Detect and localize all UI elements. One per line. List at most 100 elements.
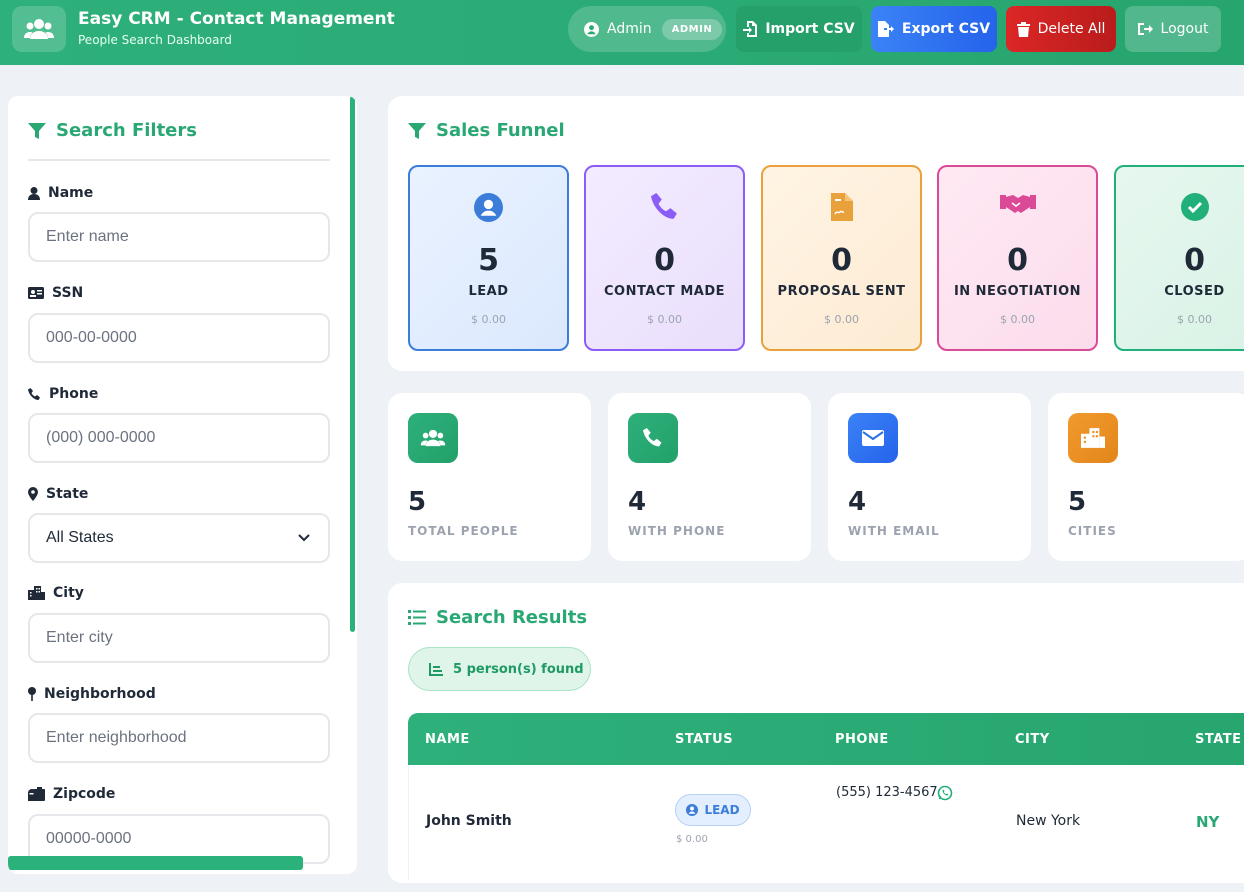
sales-funnel-card: Sales Funnel 5 LEAD $ 0.00 0 CONTACT MAD… (388, 96, 1244, 371)
row-state: NY (1196, 813, 1220, 831)
stat-total-people: 5 TOTAL PEOPLE (388, 393, 591, 561)
table-row[interactable]: John Smith LEAD $ 0.00 (555) 123-4567 Ne… (408, 765, 1244, 880)
funnel-stage-closed[interactable]: 0 CLOSED $ 0.00 (1114, 165, 1244, 351)
stage-count: 0 (1007, 243, 1028, 278)
stage-name: IN NEGOTIATION (953, 284, 1082, 299)
user-name: Admin (607, 21, 652, 37)
search-filters-panel: Search Filters Name SSN Phone State All … (8, 96, 357, 874)
stat-with-phone: 4 WITH PHONE (608, 393, 811, 561)
import-csv-button[interactable]: Import CSV (736, 6, 862, 52)
logout-label: Logout (1160, 21, 1209, 37)
sidebar-vertical-scrollbar[interactable] (350, 96, 355, 632)
status-badge[interactable]: LEAD (675, 794, 751, 826)
sales-funnel-title: Sales Funnel (436, 120, 565, 141)
stage-amount: $ 0.00 (824, 313, 859, 326)
phone-input[interactable] (28, 413, 330, 463)
stage-amount: $ 0.00 (647, 313, 682, 326)
stat-label: WITH EMAIL (848, 524, 940, 538)
stat-label: WITH PHONE (628, 524, 726, 538)
row-city: New York (1016, 813, 1081, 829)
envelope-icon (848, 413, 898, 463)
users-icon (408, 413, 458, 463)
check-circle-icon (1180, 193, 1209, 221)
import-csv-label: Import CSV (765, 21, 855, 37)
phone-icon (28, 387, 40, 400)
stage-count: 5 (478, 243, 499, 278)
zipcode-label-text: Zipcode (53, 786, 116, 802)
column-header-city[interactable]: CITY (1015, 732, 1050, 747)
stage-count: 0 (1184, 243, 1205, 278)
user-menu[interactable]: Admin ADMIN (568, 6, 726, 52)
funnel-stage-lead[interactable]: 5 LEAD $ 0.00 (408, 165, 569, 351)
funnel-stage-proposal-sent[interactable]: 0 PROPOSAL SENT $ 0.00 (761, 165, 922, 351)
stage-name: LEAD (468, 284, 509, 299)
trash-icon (1016, 21, 1030, 37)
sales-funnel-heading: Sales Funnel (408, 120, 565, 141)
filters-title: Search Filters (56, 120, 197, 141)
sign-out-icon (1137, 23, 1153, 35)
user-circle-icon (474, 193, 503, 222)
ssn-label: SSN (28, 285, 83, 301)
stage-amount: $ 0.00 (1000, 313, 1035, 326)
city-icon (1068, 413, 1118, 463)
status-badge-label: LEAD (704, 803, 740, 817)
stat-value: 4 (848, 487, 867, 517)
stat-value: 5 (1068, 487, 1087, 517)
city-label: City (28, 585, 84, 601)
name-input[interactable] (28, 212, 330, 262)
user-circle-icon (686, 804, 699, 816)
chevron-down-icon (298, 534, 310, 542)
map-pin-icon (28, 687, 36, 701)
column-header-phone[interactable]: PHONE (835, 732, 889, 747)
stat-label: TOTAL PEOPLE (408, 524, 519, 538)
whatsapp-icon[interactable] (937, 785, 953, 801)
name-label: Name (28, 185, 93, 201)
role-badge: ADMIN (661, 18, 723, 40)
stat-with-email: 4 WITH EMAIL (828, 393, 1031, 561)
state-label-text: State (46, 486, 89, 502)
city-input[interactable] (28, 613, 330, 663)
stage-name: PROPOSAL SENT (777, 284, 906, 299)
column-header-status[interactable]: STATUS (675, 732, 733, 747)
stage-count: 0 (654, 243, 675, 278)
neighborhood-label-text: Neighborhood (44, 686, 156, 702)
name-label-text: Name (48, 185, 94, 201)
export-csv-button[interactable]: Export CSV (871, 6, 997, 52)
user-circle-icon (584, 21, 599, 37)
search-results-card: Search Results 5 person(s) found NAME ST… (388, 583, 1244, 883)
ssn-input[interactable] (28, 313, 330, 363)
column-header-state[interactable]: STATE (1195, 732, 1242, 747)
stat-value: 5 (408, 487, 427, 517)
column-header-name[interactable]: NAME (425, 732, 470, 747)
row-name[interactable]: John Smith (426, 813, 512, 829)
filters-divider (28, 159, 330, 161)
ssn-label-text: SSN (52, 285, 84, 301)
id-card-icon (28, 287, 44, 299)
app-header: Easy CRM - Contact Management People Sea… (0, 0, 1244, 65)
phone-label: Phone (28, 386, 98, 402)
filters-heading: Search Filters (28, 120, 197, 141)
chart-bar-icon (429, 662, 443, 676)
neighborhood-input[interactable] (28, 713, 330, 763)
phone-icon (628, 413, 678, 463)
map-marker-icon (28, 487, 38, 501)
stage-name: CONTACT MADE (604, 284, 725, 299)
zipcode-label: Zipcode (28, 786, 115, 802)
logout-button[interactable]: Logout (1125, 6, 1221, 52)
funnel-stage-in-negotiation[interactable]: 0 IN NEGOTIATION $ 0.00 (937, 165, 1098, 351)
stat-label: CITIES (1068, 524, 1117, 538)
phone-icon (650, 193, 677, 219)
funnel-stage-contact-made[interactable]: 0 CONTACT MADE $ 0.00 (584, 165, 745, 351)
results-count-text: 5 person(s) found (453, 661, 584, 677)
state-select[interactable]: All States (28, 513, 330, 563)
city-label-text: City (53, 585, 84, 601)
sidebar-horizontal-scrollbar[interactable] (8, 856, 303, 870)
file-contract-icon (830, 193, 853, 221)
stage-amount: $ 0.00 (471, 313, 506, 326)
state-label: State (28, 486, 88, 502)
file-export-icon (877, 21, 894, 37)
funnel-icon (408, 122, 426, 139)
stat-value: 4 (628, 487, 647, 517)
file-import-icon (743, 21, 758, 37)
delete-all-button[interactable]: Delete All (1006, 6, 1116, 52)
